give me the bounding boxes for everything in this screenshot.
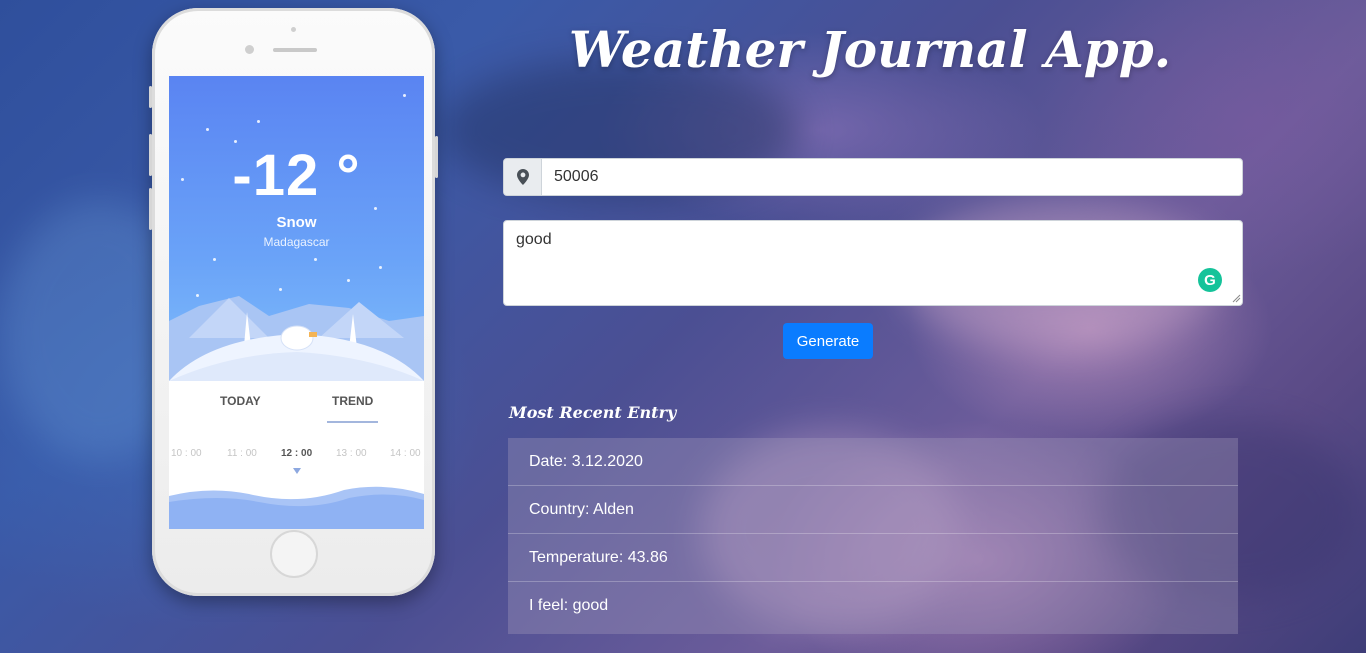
snow-landscape-illustration (169, 296, 424, 381)
time-label-selected: 12 : 00 (281, 448, 313, 459)
tab-today[interactable]: TODAY (220, 394, 261, 408)
phone-side-button (149, 86, 152, 108)
phone-screen: -12 ° Snow Madagascar TODAY TREND 10 : 0… (169, 76, 424, 529)
time-pointer-icon (293, 468, 301, 474)
map-marker-icon (504, 159, 542, 195)
time-label: 14 : 00 (390, 448, 421, 459)
generate-button[interactable]: Generate (783, 323, 873, 359)
time-label: 13 : 00 (336, 448, 367, 459)
entry-date: Date: 3.12.2020 (508, 438, 1238, 486)
phone-tabs: TODAY TREND (169, 394, 424, 424)
feelings-textarea[interactable]: good (503, 220, 1243, 306)
entry-temperature: Temperature: 43.86 (508, 534, 1238, 582)
phone-sensor (291, 27, 296, 32)
zip-input[interactable] (542, 159, 1242, 195)
tab-trend[interactable]: TREND (332, 394, 373, 408)
entry-country: Country: Alden (508, 486, 1238, 534)
recent-entry-list: Date: 3.12.2020 Country: Alden Temperatu… (508, 438, 1238, 634)
phone-side-button (435, 136, 438, 178)
phone-home-button (270, 530, 318, 578)
phone-speaker (273, 48, 317, 52)
phone-mockup: -12 ° Snow Madagascar TODAY TREND 10 : 0… (149, 8, 438, 596)
weather-sky: -12 ° Snow Madagascar (169, 76, 424, 381)
grammarly-icon[interactable]: G (1198, 268, 1222, 292)
tab-trend-underline (327, 421, 378, 423)
phone-side-button (149, 188, 152, 230)
phone-side-button (149, 134, 152, 176)
zip-input-group (503, 158, 1243, 196)
entry-feel: I feel: good (529, 597, 609, 614)
recent-entry-heading: Most Recent Entry (509, 403, 677, 422)
time-label: 11 : 00 (227, 448, 257, 459)
time-label: 10 : 00 (171, 448, 202, 459)
phone-camera (245, 45, 254, 54)
page-title: Weather Journal App. (568, 20, 1172, 79)
resize-handle-icon[interactable] (1232, 294, 1241, 303)
trend-wave (169, 486, 424, 529)
